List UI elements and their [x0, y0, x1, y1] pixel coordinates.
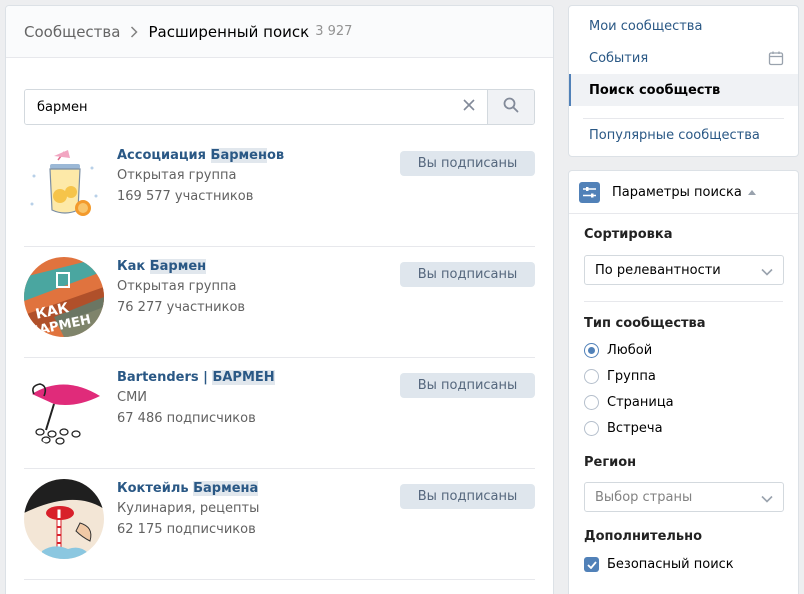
safe-search-checkbox[interactable]: Безопасный поиск — [584, 557, 734, 572]
community-members: 62 175 подписчиков — [117, 522, 256, 537]
name-text: Ассоциация — [117, 148, 211, 163]
search-highlight: БАРМЕН — [212, 370, 275, 385]
breadcrumb: Сообщества Расширенный поиск 3 927 — [6, 6, 553, 58]
community-avatar[interactable]: КАК БАРМЕН — [24, 257, 104, 337]
search-filters-panel: Параметры поиска Сортировка По релевантн… — [568, 170, 799, 594]
checkmark-icon — [584, 557, 599, 572]
page-title: Расширенный поиск — [148, 22, 310, 41]
community-row: Ассоциация Барменов Открытая группа 169 … — [24, 136, 535, 247]
filters-toggle[interactable]: Параметры поиска — [569, 171, 798, 214]
search-input[interactable] — [25, 90, 451, 124]
community-row: КАК БАРМЕН Как Бармен Открытая группа 76… — [24, 247, 535, 358]
radio-unselected — [584, 369, 599, 384]
additional-label: Дополнительно — [584, 529, 703, 544]
community-type: Открытая группа — [117, 279, 237, 294]
community-type: СМИ — [117, 390, 148, 405]
checkbox-label: Безопасный поиск — [607, 557, 734, 572]
search-highlight: Бармена — [193, 481, 259, 496]
sort-label: Сортировка — [584, 227, 673, 242]
filters-title: Параметры поиска — [612, 184, 742, 200]
radio-label: Группа — [607, 369, 656, 384]
breadcrumb-communities-link[interactable]: Сообщества — [24, 23, 120, 41]
name-text: ов — [266, 148, 285, 163]
filters-divider — [584, 301, 783, 302]
type-option-event[interactable]: Встреча — [584, 421, 663, 436]
subscribed-button[interactable]: Вы подписаны — [400, 373, 535, 398]
community-row: Коктейль Бармена Кулинария, рецепты 62 1… — [24, 469, 535, 580]
community-avatar[interactable] — [24, 146, 104, 226]
search-bar — [24, 89, 535, 125]
radio-selected — [584, 343, 599, 358]
search-button[interactable] — [487, 90, 534, 124]
type-option-page[interactable]: Страница — [584, 395, 674, 410]
community-members: 169 577 участников — [117, 189, 254, 204]
sliders-icon — [579, 181, 600, 203]
menu-item-popular-communities[interactable]: Популярные сообщества — [569, 119, 798, 151]
community-name[interactable]: Bartenders | БАРМЕН — [117, 369, 275, 387]
results-count: 3 927 — [315, 24, 353, 39]
name-text: Коктейль — [117, 481, 194, 496]
sort-value: По релевантности — [595, 262, 721, 278]
radio-label: Страница — [607, 395, 674, 410]
region-label: Регион — [584, 455, 637, 470]
subscribed-button[interactable]: Вы подписаны — [400, 262, 535, 287]
community-name[interactable]: Как Бармен — [117, 258, 245, 276]
name-text: Bartenders | — [117, 370, 213, 385]
name-text: Как — [117, 259, 150, 274]
community-name[interactable]: Ассоциация Барменов — [117, 147, 284, 165]
country-placeholder: Выбор страны — [595, 489, 693, 505]
radio-label: Любой — [607, 343, 653, 358]
clear-search-button[interactable] — [451, 90, 487, 124]
community-type: Открытая группа — [117, 168, 237, 183]
radio-unselected — [584, 395, 599, 410]
caret-up-icon — [747, 189, 756, 195]
community-members: 76 277 участников — [117, 300, 246, 315]
search-highlight: Бармен — [149, 259, 207, 274]
radio-unselected — [584, 421, 599, 436]
menu-item-search-communities[interactable]: Поиск сообществ — [569, 74, 798, 106]
search-highlight: Бармен — [210, 148, 267, 163]
community-type-label: Тип сообщества — [584, 316, 706, 331]
search-results-panel: Сообщества Расширенный поиск 3 927 барме… — [5, 5, 554, 594]
close-icon — [463, 99, 475, 115]
radio-label: Встреча — [607, 421, 663, 436]
calendar-icon[interactable] — [768, 50, 784, 70]
community-name[interactable]: Коктейль Бармена — [117, 480, 259, 498]
menu-item-my-communities[interactable]: Мои сообщества — [569, 10, 798, 42]
communities-menu: Мои сообщества События Поиск сообществ П… — [568, 5, 799, 157]
search-icon — [503, 97, 519, 117]
results-list: Ассоциация Барменов Открытая группа 169 … — [24, 136, 535, 580]
subscribed-button[interactable]: Вы подписаны — [400, 484, 535, 509]
community-avatar[interactable] — [24, 479, 104, 559]
type-option-any[interactable]: Любой — [584, 343, 652, 358]
menu-item-events[interactable]: События — [569, 42, 798, 74]
country-select[interactable]: Выбор страны — [584, 482, 784, 512]
chevron-right-icon — [130, 25, 139, 38]
menu-item-label: События — [589, 50, 649, 66]
community-members: 67 486 подписчиков — [117, 411, 256, 426]
subscribed-button[interactable]: Вы подписаны — [400, 151, 535, 176]
community-row: Bartenders | БАРМЕН СМИ 67 486 подписчик… — [24, 358, 535, 469]
chevron-down-icon — [761, 265, 773, 280]
community-type: Кулинария, рецепты — [117, 501, 260, 516]
chevron-down-icon — [761, 492, 773, 507]
sort-select[interactable]: По релевантности — [584, 255, 784, 285]
type-option-group[interactable]: Группа — [584, 369, 656, 384]
community-avatar[interactable] — [24, 368, 104, 448]
